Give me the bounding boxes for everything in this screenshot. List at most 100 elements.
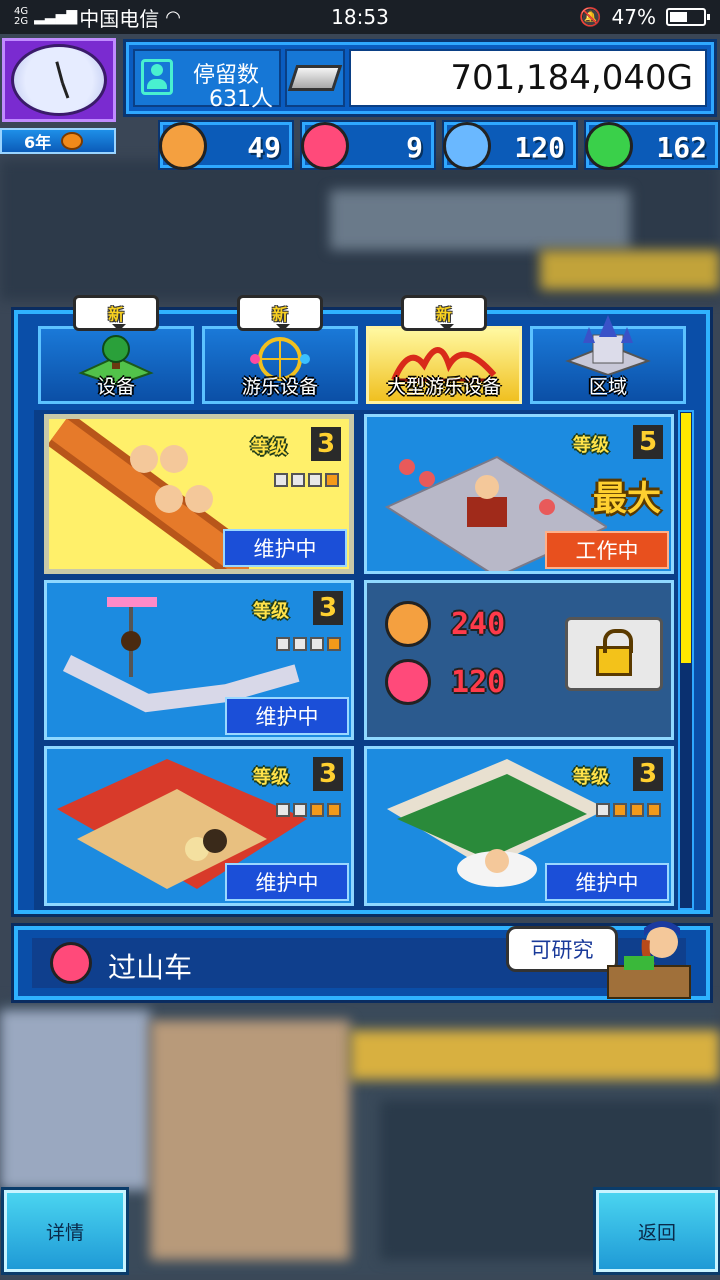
money-amount: 701,184,040G bbox=[349, 49, 707, 107]
upgrade-pips bbox=[274, 473, 339, 487]
tab-large-rides[interactable]: 新 大型游乐设备 bbox=[366, 295, 522, 404]
pip bbox=[327, 803, 341, 817]
new-badge: 新 bbox=[73, 295, 159, 331]
status-button[interactable]: 维护中 bbox=[223, 529, 347, 567]
visitor-number: 631人 bbox=[209, 87, 273, 112]
tab-facilities[interactable]: 新 设备 bbox=[38, 295, 194, 404]
resource-value: 49 bbox=[247, 131, 281, 164]
lock-overlay bbox=[565, 617, 663, 691]
resource-value: 120 bbox=[514, 131, 565, 164]
grid-scrollbar[interactable] bbox=[678, 410, 694, 910]
tab-areas[interactable]: 区域 bbox=[530, 315, 686, 404]
pip bbox=[276, 803, 290, 817]
pumpkin-icon bbox=[61, 132, 84, 150]
level-number: 5 bbox=[633, 425, 663, 459]
level-number: 3 bbox=[311, 427, 341, 461]
castle-icon bbox=[565, 315, 651, 375]
level-label: 等级 bbox=[253, 601, 289, 622]
tab-label: 区域 bbox=[588, 376, 627, 398]
pip bbox=[630, 803, 644, 817]
build-menu-panel: 新 设备 新 游乐设备 新 大型游乐设备 区域 等级 3 维护中 等级 5 最大… bbox=[14, 295, 710, 914]
facility-card[interactable]: 等级 3 维护中 bbox=[44, 746, 354, 906]
pip bbox=[647, 803, 661, 817]
pip bbox=[327, 637, 341, 651]
facility-card[interactable]: 等级 3 维护中 bbox=[364, 746, 674, 906]
level-number: 3 bbox=[633, 757, 663, 791]
game-clock[interactable] bbox=[2, 38, 116, 122]
pip bbox=[293, 637, 307, 651]
person-icon bbox=[141, 59, 173, 95]
required-value: 120 bbox=[451, 664, 506, 700]
level-number: 3 bbox=[313, 591, 343, 625]
pip bbox=[613, 803, 627, 817]
green-clover-icon bbox=[585, 122, 633, 170]
signal-bars-icon: ▂▃▅▇ bbox=[34, 9, 78, 25]
visitor-count[interactable]: 停留数 631人 bbox=[133, 49, 281, 112]
clock-face-icon bbox=[11, 44, 107, 116]
tab-rides[interactable]: 新 游乐设备 bbox=[202, 295, 358, 404]
resource-green: 162 bbox=[585, 122, 718, 170]
required-resource: 120 bbox=[385, 659, 505, 705]
details-button[interactable]: 详情 bbox=[4, 1190, 126, 1272]
battery-icon bbox=[666, 8, 710, 26]
level-label: 等级 bbox=[251, 437, 287, 458]
pip bbox=[308, 473, 322, 487]
money-icon bbox=[285, 49, 345, 107]
research-available-bubble[interactable]: 可研究 bbox=[506, 926, 618, 972]
back-button[interactable]: 返回 bbox=[596, 1190, 718, 1272]
carrier-name: 中国电信 bbox=[79, 6, 160, 31]
facility-card[interactable]: 等级 3 维护中 bbox=[44, 580, 354, 740]
scrollbar-thumb[interactable] bbox=[681, 413, 691, 663]
year-indicator: 6年 bbox=[0, 128, 116, 154]
wifi-icon: ◠ bbox=[165, 6, 181, 28]
facility-grid: 等级 3 维护中 等级 5 最大 工作中 等级 3 维护中 240 120 等级… bbox=[34, 410, 682, 910]
required-value: 240 bbox=[451, 606, 506, 642]
max-level-label: 最大 bbox=[593, 479, 661, 519]
pip bbox=[291, 473, 305, 487]
facility-card[interactable]: 等级 3 维护中 bbox=[44, 414, 354, 574]
pip bbox=[293, 803, 307, 817]
level-number: 3 bbox=[313, 757, 343, 791]
system-status-bar: 4G 2G ▂▃▅▇ 中国电信 ◠ 18:53 🔕 47% bbox=[0, 0, 720, 34]
new-badge: 新 bbox=[401, 295, 487, 331]
coaster-car-icon bbox=[49, 419, 249, 569]
upgrade-pips bbox=[276, 637, 341, 651]
red-flame-icon bbox=[385, 659, 431, 705]
resource-blue: 120 bbox=[443, 122, 576, 170]
resource-value: 162 bbox=[656, 131, 707, 164]
status-button[interactable]: 工作中 bbox=[545, 531, 669, 569]
year-label: 6年 bbox=[24, 133, 52, 152]
upgrade-pips bbox=[276, 803, 341, 817]
new-badge: 新 bbox=[237, 295, 323, 331]
tab-label: 设备 bbox=[96, 376, 135, 398]
blue-drop-icon bbox=[443, 122, 491, 170]
mute-bell-icon: 🔕 bbox=[579, 6, 602, 28]
red-flame-icon bbox=[50, 942, 92, 984]
red-flame-icon bbox=[301, 122, 349, 170]
level-label: 等级 bbox=[573, 767, 609, 788]
assistant-girl-icon bbox=[607, 921, 691, 999]
signal-icon: 4G 2G bbox=[14, 6, 29, 27]
resource-red: 9 bbox=[301, 122, 434, 170]
facility-card[interactable]: 等级 5 最大 工作中 bbox=[364, 414, 674, 574]
pip bbox=[310, 803, 324, 817]
padlock-icon bbox=[596, 629, 633, 676]
tab-label: 游乐设备 bbox=[241, 376, 318, 398]
resource-orange: 49 bbox=[159, 122, 292, 170]
pip bbox=[325, 473, 339, 487]
locked-facility-card[interactable]: 240 120 bbox=[364, 580, 674, 740]
selected-facility-name: 过山车 bbox=[108, 951, 193, 984]
status-button[interactable]: 维护中 bbox=[545, 863, 669, 901]
status-button[interactable]: 维护中 bbox=[225, 697, 349, 735]
pip bbox=[274, 473, 288, 487]
park-info-panel: 停留数 631人 701,184,040G bbox=[126, 42, 714, 114]
resource-row: 49 9 120 162 bbox=[159, 122, 718, 170]
orange-smile-icon bbox=[159, 122, 207, 170]
status-button[interactable]: 维护中 bbox=[225, 863, 349, 901]
pip bbox=[596, 803, 610, 817]
resource-value: 9 bbox=[406, 131, 423, 164]
tab-label: 大型游乐设备 bbox=[386, 376, 501, 398]
level-label: 等级 bbox=[573, 435, 609, 456]
battery-percent: 47% bbox=[611, 5, 656, 29]
pip bbox=[276, 637, 290, 651]
